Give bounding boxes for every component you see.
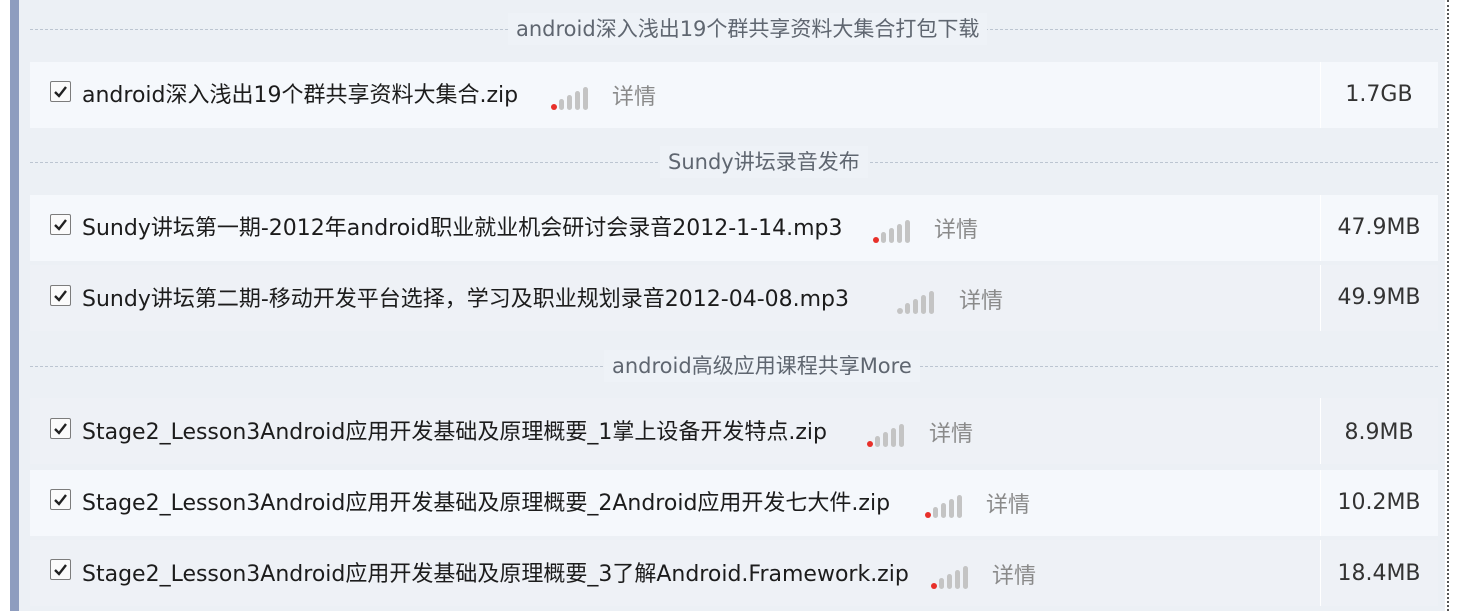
file-row: Stage2_Lesson3Android应用开发基础及原理概要_2Androi… (30, 470, 1438, 536)
file-name[interactable]: Sundy讲坛第一期-2012年android职业就业机会研讨会录音2012-1… (82, 215, 843, 243)
file-size: 1.7GB (1345, 82, 1413, 107)
checkbox[interactable] (50, 81, 71, 102)
file-size: 49.9MB (1337, 285, 1421, 310)
checkbox[interactable] (50, 559, 71, 580)
section-divider: Sundy讲坛录音发布 (30, 146, 1438, 178)
section-title: android高级应用课程共享More (604, 350, 920, 382)
signal-strength-icon (925, 495, 962, 518)
section-divider: android高级应用课程共享More (30, 350, 1438, 382)
signal-strength-icon (867, 424, 904, 447)
file-row: Sundy讲坛第一期-2012年android职业就业机会研讨会录音2012-1… (30, 195, 1438, 261)
file-size: 8.9MB (1344, 420, 1414, 445)
checkbox[interactable] (50, 285, 71, 306)
file-size: 18.4MB (1337, 561, 1421, 586)
file-size: 10.2MB (1337, 490, 1421, 515)
detail-link[interactable]: 详情 (929, 421, 973, 449)
section-divider: android深入浅出19个群共享资料大集合打包下载 (30, 13, 1438, 45)
file-name[interactable]: android深入浅出19个群共享资料大集合.zip (82, 82, 518, 110)
file-size: 47.9MB (1337, 215, 1421, 240)
file-row: Stage2_Lesson3Android应用开发基础及原理概要_1掌上设备开发… (30, 398, 1438, 464)
signal-strength-icon (873, 220, 910, 243)
file-name[interactable]: Stage2_Lesson3Android应用开发基础及原理概要_2Androi… (82, 490, 890, 518)
file-name[interactable]: Stage2_Lesson3Android应用开发基础及原理概要_3了解Andr… (82, 561, 909, 589)
right-dotted-border (1447, 0, 1449, 611)
file-row: Stage2_Lesson3Android应用开发基础及原理概要_3了解Andr… (30, 540, 1438, 606)
signal-strength-icon (551, 87, 588, 110)
section-title: Sundy讲坛录音发布 (660, 146, 868, 178)
detail-link[interactable]: 详情 (612, 84, 656, 112)
detail-link[interactable]: 详情 (959, 288, 1003, 316)
detail-link[interactable]: 详情 (986, 492, 1030, 520)
checkbox[interactable] (50, 489, 71, 510)
file-row: android深入浅出19个群共享资料大集合.zip 详情 1.7GB (30, 62, 1438, 128)
section-title: android深入浅出19个群共享资料大集合打包下载 (508, 13, 988, 45)
detail-link[interactable]: 详情 (992, 563, 1036, 591)
file-name[interactable]: Sundy讲坛第二期-移动开发平台选择，学习及职业规划录音2012-04-08.… (82, 286, 849, 314)
signal-strength-icon (931, 566, 968, 589)
signal-strength-icon (897, 291, 934, 314)
left-accent-bar (10, 0, 19, 611)
file-name[interactable]: Stage2_Lesson3Android应用开发基础及原理概要_1掌上设备开发… (82, 419, 827, 447)
detail-link[interactable]: 详情 (934, 217, 978, 245)
file-row: Sundy讲坛第二期-移动开发平台选择，学习及职业规划录音2012-04-08.… (30, 265, 1438, 331)
checkbox[interactable] (50, 418, 71, 439)
checkbox[interactable] (50, 214, 71, 235)
